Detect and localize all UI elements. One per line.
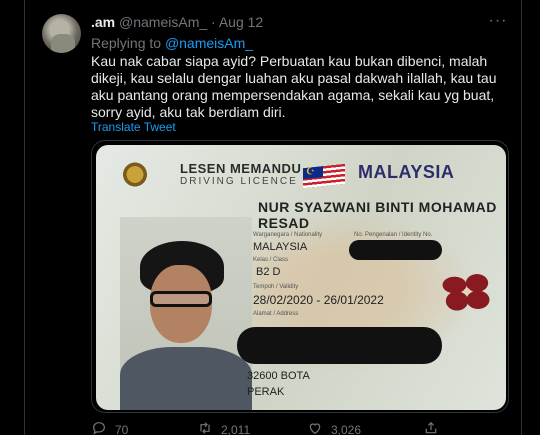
reply-icon[interactable] (91, 420, 107, 435)
hibiscus-icon (442, 271, 492, 311)
share-icon[interactable] (423, 420, 439, 435)
share-action[interactable] (423, 420, 439, 435)
validity-label: Tempoh / Validity (253, 284, 299, 290)
photo-shirt (120, 347, 252, 410)
malaysia-flag-icon (303, 163, 345, 189)
like-action[interactable]: 3,026 (307, 420, 361, 435)
redaction-id (349, 240, 442, 260)
heart-icon[interactable] (307, 420, 323, 435)
redaction-address (237, 327, 442, 364)
tweet-media[interactable]: LESEN MEMANDU DRIVING LICENCE MALAYSIA N… (91, 140, 509, 413)
card-subtitle: DRIVING LICENCE (180, 176, 298, 187)
coat-of-arms-icon (118, 161, 152, 191)
tweet-column: .am @nameisAm_ · Aug 12 ··· Replying to … (24, 0, 522, 435)
tweet-actions: 70 2,011 3,026 (91, 420, 511, 435)
user-handle[interactable]: @nameisAm_ (119, 14, 207, 30)
tweet-header: .am @nameisAm_ · Aug 12 (91, 14, 263, 30)
nationality-value: MALAYSIA (253, 241, 308, 253)
more-horizontal-icon[interactable]: ··· (487, 12, 509, 30)
address-line1: 32600 BOTA (247, 370, 310, 382)
class-value: B2 D (256, 266, 281, 278)
display-name[interactable]: .am (91, 14, 115, 30)
retweet-action[interactable]: 2,011 (197, 420, 250, 435)
photo-glasses (150, 291, 212, 307)
validity-value: 28/02/2020 - 26/01/2022 (253, 293, 384, 307)
class-label: Kelas / Class (253, 257, 289, 263)
retweet-count: 2,011 (221, 422, 251, 435)
header-separator: · (211, 14, 216, 30)
card-title: LESEN MEMANDU (180, 161, 302, 176)
replying-handle-link[interactable]: @nameisAm_ (165, 35, 253, 51)
card-photo (120, 217, 252, 410)
like-count: 3,026 (331, 422, 362, 435)
card-name-line2: RESAD (258, 215, 310, 231)
translate-tweet-link[interactable]: Translate Tweet (91, 120, 176, 134)
license-card-image: LESEN MEMANDU DRIVING LICENCE MALAYSIA N… (96, 145, 506, 410)
address-label: Alamat / Address (253, 311, 299, 317)
tweet-date[interactable]: Aug 12 (219, 14, 263, 30)
tweet-text: Kau nak cabar siapa ayid? Perbuatan kau … (91, 53, 497, 120)
address-line2: PERAK (247, 386, 285, 398)
card-country: MALAYSIA (358, 162, 455, 182)
replying-to: Replying to @nameisAm_ (91, 35, 253, 51)
card-name-line1: NUR SYAZWANI BINTI MOHAMAD (258, 199, 497, 215)
retweet-icon[interactable] (197, 420, 213, 435)
nationality-label: Warganegara / Nationality (253, 232, 323, 238)
reply-action[interactable]: 70 (91, 420, 128, 435)
identity-label: No. Pengenalan / Identity No. (354, 232, 433, 238)
reply-count: 70 (115, 422, 129, 435)
avatar[interactable] (42, 14, 81, 53)
replying-prefix: Replying to (91, 35, 162, 51)
